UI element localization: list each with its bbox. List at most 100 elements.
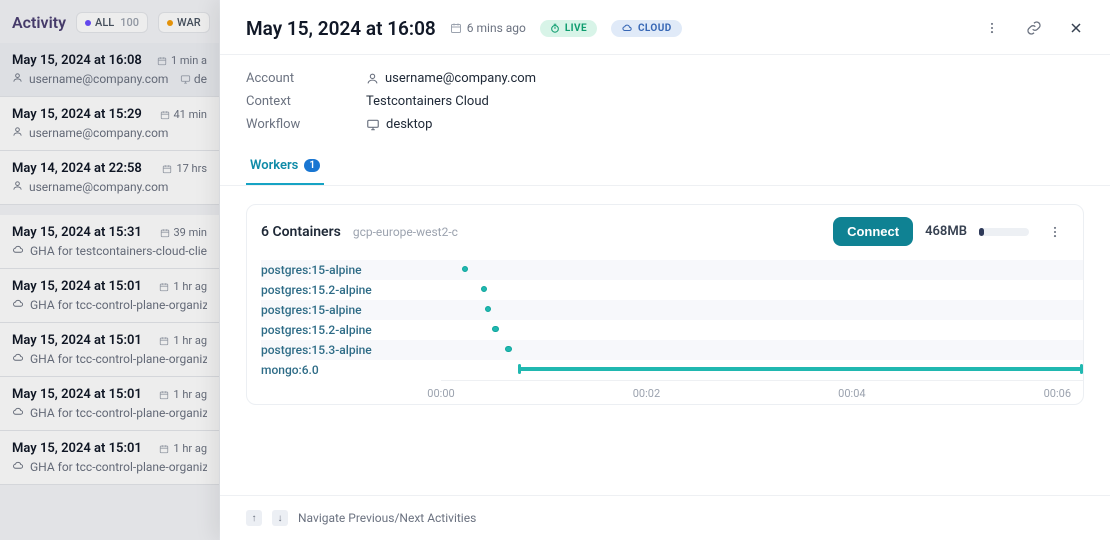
filter-all-dot xyxy=(85,20,91,26)
meta-section: Account username@company.com Context Tes… xyxy=(220,55,1110,144)
activity-date: May 15, 2024 at 15:31 xyxy=(12,225,142,240)
activity-ago: 39 min xyxy=(160,226,208,239)
activity-sidebar: Activity ALL 100 WAR May 15, 2024 at 16:… xyxy=(0,0,220,540)
container-bar xyxy=(505,346,511,352)
axis-tick: 00:00 xyxy=(427,387,454,400)
activity-ago: 1 hr ag xyxy=(159,334,207,347)
activity-list: May 15, 2024 at 16:081 min ausername@com… xyxy=(0,43,219,485)
filter-warn-dot xyxy=(167,20,173,26)
card-more-button[interactable] xyxy=(1041,218,1069,246)
activity-who: GHA for testcontainers-cloud-clien xyxy=(30,244,207,258)
connect-button[interactable]: Connect xyxy=(833,217,913,246)
activity-who-icon xyxy=(12,406,24,420)
worker-card: 6 Containers gcp-europe-west2-c Connect … xyxy=(246,204,1084,405)
container-bar xyxy=(481,286,487,292)
tab-workers[interactable]: Workers 1 xyxy=(246,150,324,185)
dots-vertical-icon xyxy=(985,21,999,35)
activity-ago: 17 hrs xyxy=(162,162,207,175)
detail-header: May 15, 2024 at 16:08 6 mins ago LIVE CL… xyxy=(220,0,1110,54)
close-button[interactable] xyxy=(1062,14,1090,42)
key-down: ↓ xyxy=(272,510,288,526)
activity-who: GHA for tcc-control-plane-organiza xyxy=(30,352,207,366)
activity-date: May 15, 2024 at 15:01 xyxy=(12,441,142,456)
container-bar-track xyxy=(441,320,1083,340)
activity-who-icon xyxy=(12,352,24,366)
activity-date: May 15, 2024 at 15:01 xyxy=(12,387,142,402)
activity-ago: 1 hr ag xyxy=(159,442,207,455)
activity-who: GHA for tcc-control-plane-organiza xyxy=(30,298,207,312)
container-row: mongo:6.0 xyxy=(261,360,1083,380)
container-row: postgres:15.2-alpine xyxy=(261,320,1083,340)
activity-who-icon xyxy=(12,126,23,140)
detail-footer: ↑ ↓ Navigate Previous/Next Activities xyxy=(220,495,1110,540)
activity-date: May 15, 2024 at 15:01 xyxy=(12,279,142,294)
stopwatch-icon xyxy=(550,23,560,33)
memory-bar xyxy=(979,228,1029,236)
cloud-icon xyxy=(621,23,633,33)
account-value: username@company.com xyxy=(385,71,536,86)
copy-link-button[interactable] xyxy=(1020,14,1048,42)
activity-who-icon xyxy=(12,180,23,194)
container-name: postgres:15.2-alpine xyxy=(261,283,441,297)
activity-list-item[interactable]: May 14, 2024 at 22:5817 hrsusername@comp… xyxy=(0,151,219,205)
activity-ago: 1 hr ag xyxy=(159,388,207,401)
account-label: Account xyxy=(246,71,366,86)
activity-title: Activity xyxy=(12,13,66,32)
filter-all-count: 100 xyxy=(120,16,139,29)
cloud-badge: CLOUD xyxy=(611,20,682,37)
container-row: postgres:15.2-alpine xyxy=(261,280,1083,300)
activity-list-item[interactable]: May 15, 2024 at 15:29 41 min username@comp… xyxy=(0,97,219,151)
container-bar-track xyxy=(441,280,1083,300)
activity-list-item[interactable]: May 15, 2024 at 15:011 hr agGHA for tcc-… xyxy=(0,269,219,323)
container-bar xyxy=(462,266,468,272)
container-bar xyxy=(518,367,1083,371)
close-icon xyxy=(1068,20,1084,36)
container-bar-track xyxy=(441,260,1083,280)
activity-who: username@company.com xyxy=(29,126,168,140)
filter-warn-label: WAR xyxy=(177,16,201,29)
more-menu-button[interactable] xyxy=(978,14,1006,42)
calendar-icon xyxy=(450,22,462,34)
activity-list-item[interactable]: May 15, 2024 at 15:01 1 hr ag GHA for tcc-… xyxy=(0,377,219,431)
key-up: ↑ xyxy=(246,510,262,526)
activity-who-icon xyxy=(12,298,24,312)
container-name: postgres:15.2-alpine xyxy=(261,323,441,337)
filter-warn-chip[interactable]: WAR xyxy=(158,12,210,33)
container-row: postgres:15-alpine xyxy=(261,260,1083,280)
activity-who: GHA for tcc-control-plane-organiza xyxy=(30,406,207,420)
activity-date: May 15, 2024 at 15:01 xyxy=(12,333,142,348)
filter-all-chip[interactable]: ALL 100 xyxy=(76,12,148,33)
activity-date: May 15, 2024 at 16:08 xyxy=(12,53,142,68)
container-bar xyxy=(485,306,491,312)
activity-date: May 15, 2024 at 15:29 xyxy=(12,107,142,122)
container-name: mongo:6.0 xyxy=(261,363,441,377)
memory-value: 468MB xyxy=(925,224,967,239)
container-name: postgres:15-alpine xyxy=(261,303,441,317)
container-bar-track xyxy=(441,300,1083,320)
activity-list-item[interactable]: May 15, 2024 at 16:081 min ausername@com… xyxy=(0,43,219,97)
workflow-label: Workflow xyxy=(246,117,366,132)
live-badge: LIVE xyxy=(540,20,597,37)
activity-date: May 14, 2024 at 22:58 xyxy=(12,161,142,176)
detail-ago: 6 mins ago xyxy=(450,21,526,35)
axis-tick: 00:04 xyxy=(838,387,865,400)
activity-detail-panel: May 15, 2024 at 16:08 6 mins ago LIVE CL… xyxy=(220,0,1110,540)
container-name: postgres:15.3-alpine xyxy=(261,343,441,357)
container-bar xyxy=(492,326,498,332)
activity-who-icon xyxy=(12,244,24,258)
activity-list-item[interactable]: May 15, 2024 at 15:011 hr agGHA for tcc-… xyxy=(0,431,219,485)
footer-hint: Navigate Previous/Next Activities xyxy=(298,511,476,525)
activity-list-item[interactable]: May 15, 2024 at 15:31 39 min GHA for testc… xyxy=(0,215,219,269)
activity-list-item[interactable]: May 15, 2024 at 15:01 1 hr ag GHA for tcc-… xyxy=(0,323,219,377)
axis-tick: 00:02 xyxy=(633,387,660,400)
region-label: gcp-europe-west2-c xyxy=(353,225,458,239)
detail-title: May 15, 2024 at 16:08 xyxy=(246,17,436,40)
container-row: postgres:15-alpine xyxy=(261,300,1083,320)
container-row: postgres:15.3-alpine xyxy=(261,340,1083,360)
container-name: postgres:15-alpine xyxy=(261,263,441,277)
tabs: Workers 1 xyxy=(220,144,1110,186)
context-label: Context xyxy=(246,94,366,109)
desktop-icon xyxy=(366,118,380,132)
activity-ago: 41 min xyxy=(160,108,208,121)
activity-who-icon xyxy=(12,460,24,474)
